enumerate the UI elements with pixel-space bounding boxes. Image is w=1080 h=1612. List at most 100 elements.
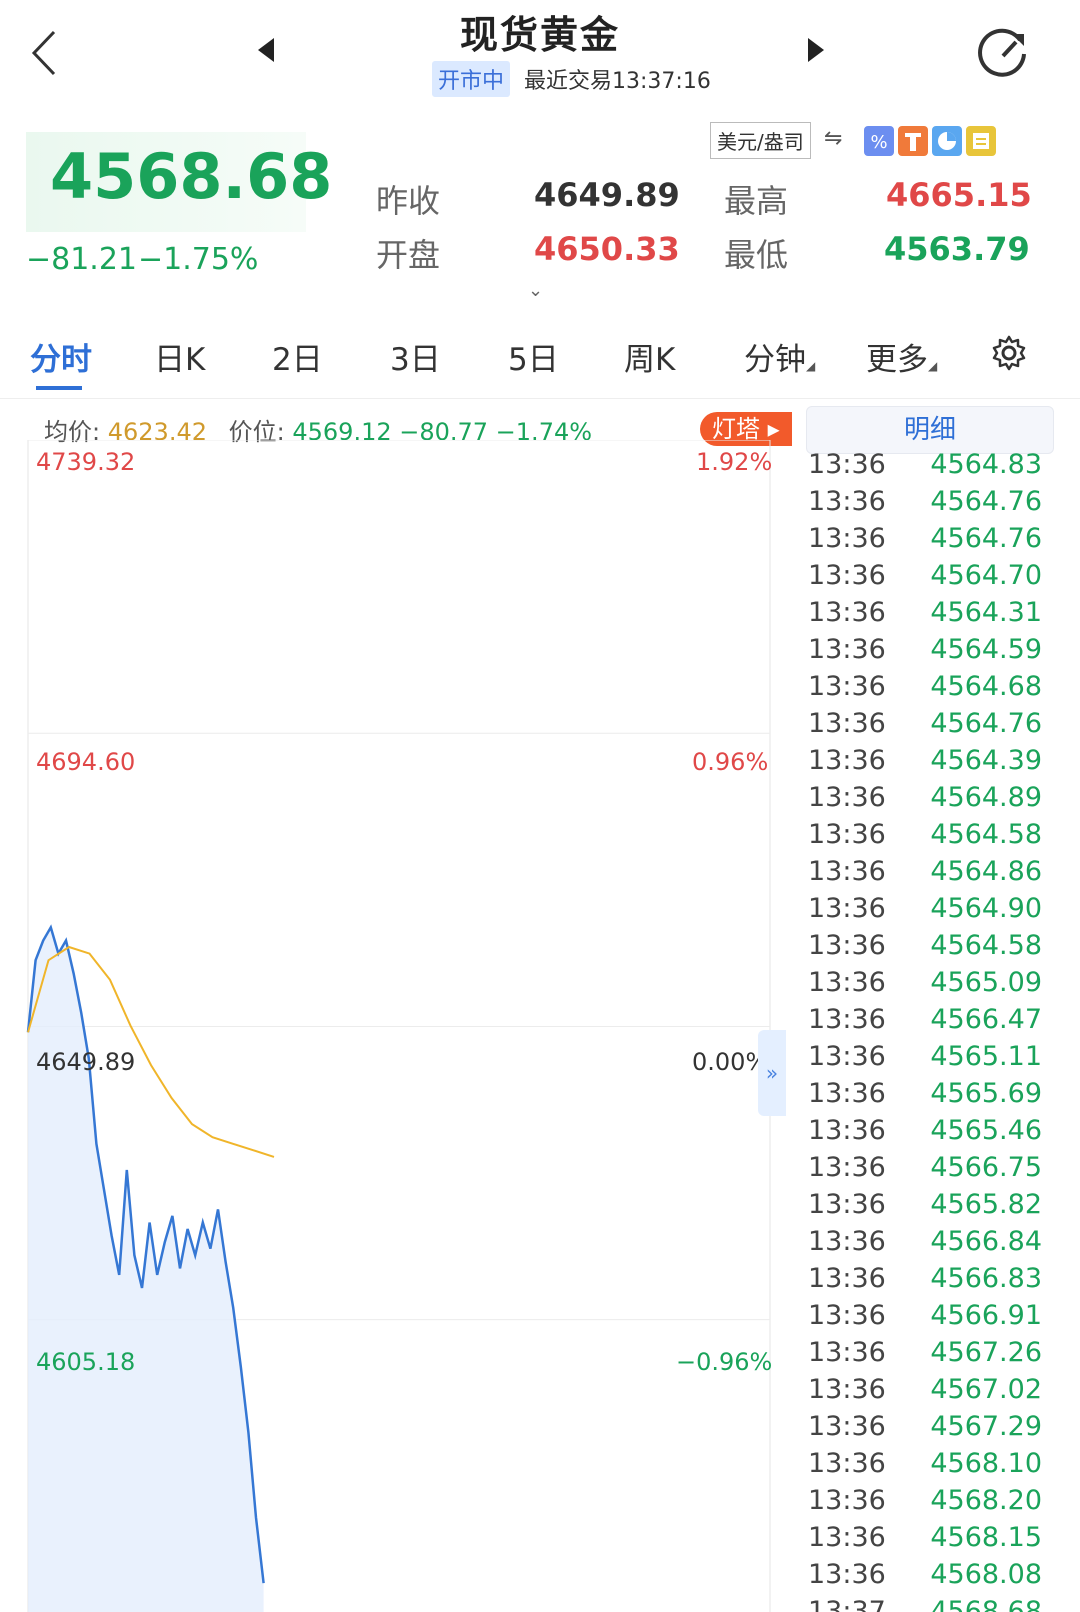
tick-price: 4565.82 — [930, 1189, 1042, 1220]
tick-price: 4566.83 — [930, 1263, 1042, 1294]
y-tick-label-left: 4649.89 — [36, 1048, 136, 1076]
swap-icon[interactable]: ⇋ — [824, 126, 842, 151]
collapse-panel-button[interactable]: » — [758, 1030, 786, 1116]
tower-icon — [905, 133, 921, 151]
tab-intraday[interactable]: 分时 — [30, 334, 92, 379]
tabs-divider — [0, 398, 1080, 399]
tick-price: 4567.26 — [930, 1337, 1042, 1368]
tick-price: 4565.11 — [930, 1041, 1042, 1072]
tab-5day[interactable]: 5日 — [508, 334, 559, 379]
high-label: 最高 — [724, 182, 789, 220]
tick-row: 13:36 4567.26 — [806, 1334, 1052, 1371]
tick-row: 13:36 4565.09 — [806, 964, 1052, 1001]
tick-price: 4568.08 — [930, 1559, 1042, 1590]
y-tick-label-right: 0.00% — [692, 1048, 769, 1076]
tick-time: 13:37 — [808, 1596, 886, 1612]
tick-row: 13:36 4566.91 — [806, 1297, 1052, 1334]
tick-time: 13:36 — [808, 1189, 886, 1220]
tick-price: 4567.29 — [930, 1411, 1042, 1442]
tick-time: 13:36 — [808, 1485, 886, 1516]
tick-price: 4565.69 — [930, 1078, 1042, 1109]
tick-time: 13:36 — [808, 967, 886, 998]
tick-price: 4564.76 — [930, 708, 1042, 739]
tab-weekly-k[interactable]: 周K — [624, 334, 675, 379]
tick-row: 13:36 4564.31 — [806, 594, 1052, 631]
expand-chevron-icon[interactable]: ⌄ — [528, 280, 543, 301]
lighthouse-label: 灯塔 — [712, 415, 760, 443]
tab-2day[interactable]: 2日 — [272, 334, 323, 379]
tick-price: 4564.90 — [930, 893, 1042, 924]
tick-time: 13:36 — [808, 1559, 886, 1590]
tick-row: 13:36 4564.39 — [806, 742, 1052, 779]
tick-row: 13:36 4566.75 — [806, 1149, 1052, 1186]
pie-chart-icon — [938, 132, 956, 150]
last-trade-time: 最近交易13:37:16 — [524, 69, 711, 94]
corner-triangle-icon: ◢ — [928, 359, 938, 373]
tick-row: 13:36 4567.02 — [806, 1371, 1052, 1408]
tick-price: 4564.86 — [930, 856, 1042, 887]
tick-price: 4566.91 — [930, 1300, 1042, 1331]
tick-price: 4564.68 — [930, 671, 1042, 702]
lighthouse-tool-icon[interactable] — [898, 126, 928, 156]
y-tick-label-right: 1.92% — [696, 448, 773, 476]
tick-time: 13:36 — [808, 708, 886, 739]
tick-price: 4564.83 — [930, 449, 1042, 480]
market-open-badge: 开市中 — [432, 61, 511, 97]
tick-row: 13:36 4564.76 — [806, 705, 1052, 742]
tick-row: 13:37 4568.68 — [806, 1593, 1052, 1612]
tick-price: 4566.47 — [930, 1004, 1042, 1035]
percent-icon: % — [870, 132, 887, 153]
tick-time: 13:36 — [808, 856, 886, 887]
tab-minute[interactable]: 分钟◢ — [744, 334, 815, 379]
unit-selector[interactable]: 美元/盎司 — [710, 122, 811, 159]
tab-daily-k[interactable]: 日K — [154, 334, 205, 379]
intraday-chart[interactable] — [0, 440, 790, 1612]
tick-price: 4568.20 — [930, 1485, 1042, 1516]
low-label: 最低 — [724, 236, 789, 274]
tick-row: 13:36 4568.08 — [806, 1556, 1052, 1593]
tick-time: 13:36 — [808, 745, 886, 776]
tick-row: 13:36 4565.82 — [806, 1186, 1052, 1223]
tab-3day[interactable]: 3日 — [390, 334, 441, 379]
tick-time: 13:36 — [808, 893, 886, 924]
tick-row: 13:36 4566.84 — [806, 1223, 1052, 1260]
tick-time: 13:36 — [808, 1226, 886, 1257]
current-price: 4568.68 — [50, 140, 333, 213]
tick-price: 4564.76 — [930, 523, 1042, 554]
tick-row: 13:36 4568.20 — [806, 1482, 1052, 1519]
tick-price: 4564.31 — [930, 597, 1042, 628]
page-title: 现货黄金 — [459, 13, 620, 57]
tick-time: 13:36 — [808, 560, 886, 591]
price-area — [28, 927, 264, 1612]
tick-row: 13:36 4564.76 — [806, 483, 1052, 520]
tick-price: 4564.58 — [930, 819, 1042, 850]
next-instrument-button[interactable] — [806, 38, 824, 66]
tick-detail-list[interactable]: 13:36 4564.83 13:36 4564.76 13:36 4564.76 13:3… — [806, 446, 1052, 1612]
tick-time: 13:36 — [808, 1263, 886, 1294]
tick-time: 13:36 — [808, 1411, 886, 1442]
tick-time: 13:36 — [808, 634, 886, 665]
tab-underline — [36, 386, 82, 390]
tab-more[interactable]: 更多◢ — [866, 334, 937, 379]
tick-row: 13:36 4564.86 — [806, 853, 1052, 890]
corner-triangle-icon: ◢ — [806, 359, 816, 373]
open-label: 开盘 — [376, 236, 441, 274]
tick-row: 13:36 4565.69 — [806, 1075, 1052, 1112]
price-change-pct: −1.75% — [138, 242, 259, 277]
tick-price: 4564.70 — [930, 560, 1042, 591]
refresh-button[interactable] — [976, 26, 1030, 80]
refresh-gauge-icon — [978, 28, 1026, 77]
settings-button[interactable] — [990, 334, 1028, 376]
y-tick-label-right: 0.96% — [692, 748, 769, 776]
tick-price: 4568.10 — [930, 1448, 1042, 1479]
tick-row: 13:36 4564.70 — [806, 557, 1052, 594]
vip-tool-icon[interactable] — [966, 126, 996, 156]
svg-text:%: % — [870, 132, 887, 153]
tick-price: 4564.59 — [930, 634, 1042, 665]
percent-tool-icon[interactable]: % — [864, 126, 894, 156]
tick-row: 13:36 4564.89 — [806, 779, 1052, 816]
tick-time: 13:36 — [808, 671, 886, 702]
tick-row: 13:36 4564.90 — [806, 890, 1052, 927]
pie-tool-icon[interactable] — [932, 126, 962, 156]
tick-row: 13:36 4564.68 — [806, 668, 1052, 705]
